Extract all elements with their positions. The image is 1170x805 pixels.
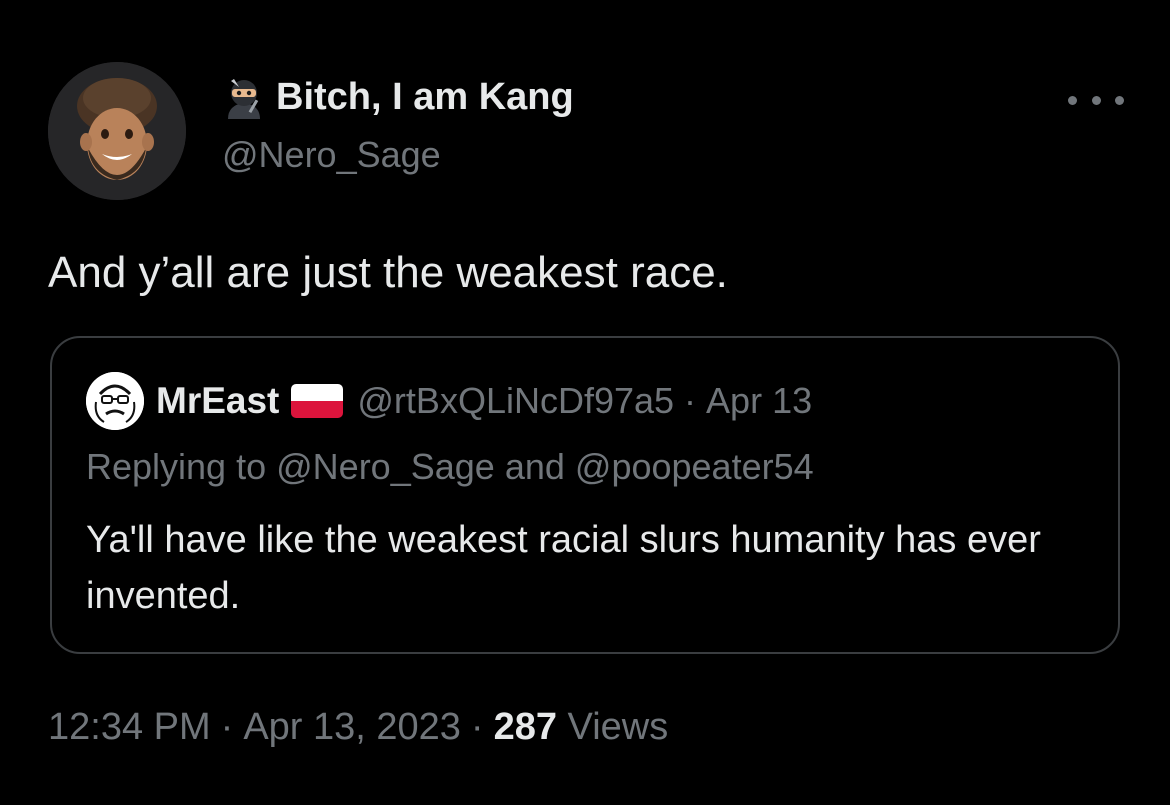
quoted-tweet-text: Ya'll have like the weakest racial slurs… [86, 519, 1041, 617]
quoted-tweet-header: MrEast @rtBxQLiNcDf97a5 · Apr 13 [156, 378, 812, 424]
more-options-button[interactable] [1068, 80, 1124, 120]
rage-face-avatar-image [86, 372, 144, 430]
views-count[interactable]: 287 [494, 706, 557, 748]
replying-to-joiner: and [504, 446, 565, 487]
more-dot-icon [1068, 95, 1077, 105]
memoji-avatar-image [48, 62, 186, 200]
tweet-time[interactable]: 12:34 PM [48, 706, 211, 748]
tweet-date[interactable]: Apr 13, 2023 [243, 706, 461, 748]
replying-to-line: Replying to @Nero_Sage and @poopeater54 [86, 446, 814, 488]
author-display-name[interactable]: Bitch, I am Kang [276, 76, 574, 119]
quoted-tweet-date[interactable]: Apr 13 [706, 380, 812, 422]
replying-to-mention[interactable]: @Nero_Sage [276, 446, 495, 487]
replying-to-prefix: Replying to [86, 446, 267, 487]
more-dot-icon [1115, 95, 1124, 105]
quoted-author-avatar[interactable] [86, 372, 144, 430]
quoted-author-name[interactable]: MrEast [156, 380, 279, 422]
poland-flag-icon [291, 384, 344, 418]
separator-dot: · [220, 706, 234, 748]
tweet-text: And y’all are just the weakest race. [48, 248, 728, 297]
replying-to-mention[interactable]: @poopeater54 [575, 446, 814, 487]
author-avatar[interactable] [48, 62, 186, 200]
separator-dot: · [470, 706, 484, 748]
author-name-row[interactable]: Bitch, I am Kang [222, 74, 574, 120]
ninja-emoji-icon [222, 75, 266, 119]
author-handle[interactable]: @Nero_Sage [222, 134, 441, 176]
more-dot-icon [1091, 95, 1101, 105]
quoted-author-handle[interactable]: @rtBxQLiNcDf97a5 [357, 380, 674, 422]
separator-dot: · [684, 380, 697, 421]
views-label: Views [567, 706, 669, 748]
quoted-tweet-card[interactable]: MrEast @rtBxQLiNcDf97a5 · Apr 13 Replyin… [50, 336, 1120, 654]
tweet-meta: 12:34 PM · Apr 13, 2023 · 287 Views [48, 706, 668, 749]
